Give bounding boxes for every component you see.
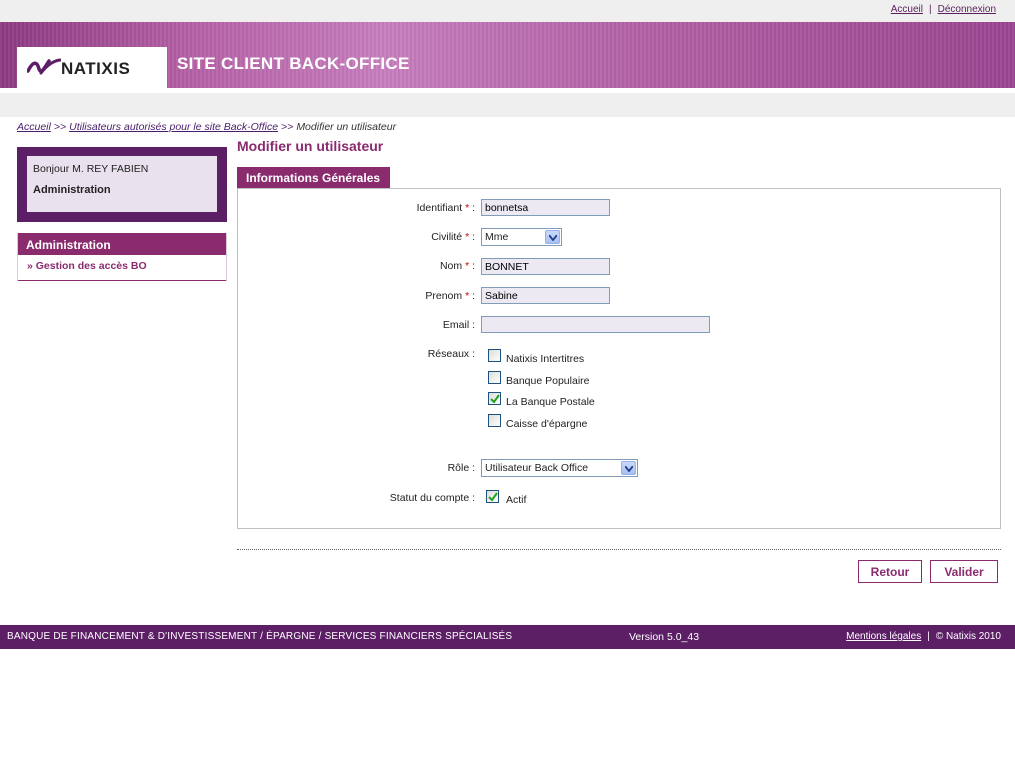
user-role: Administration	[33, 184, 111, 196]
menu-item-access-management[interactable]: » Gestion des accès BO	[18, 255, 226, 277]
reseaux-label: Réseaux :	[427, 348, 475, 360]
breadcrumb-separator: >>	[281, 121, 294, 133]
logo-text: NATIXIS	[61, 59, 131, 78]
role-value: Utilisateur Back Office	[485, 462, 589, 474]
welcome-panel: Bonjour M. REY FABIEN Administration	[17, 147, 227, 222]
statut-label: Statut du compte :	[389, 492, 475, 504]
submit-button[interactable]: Valider	[930, 560, 998, 583]
checkbox-label: La Banque Postale	[506, 396, 595, 408]
header-banner: NATIXIS SITE CLIENT BACK-OFFICE	[0, 22, 1015, 88]
nom-input[interactable]	[481, 258, 610, 275]
back-button[interactable]: Retour	[858, 560, 922, 583]
breadcrumb-current: Modifier un utilisateur	[296, 121, 397, 133]
checkbox-label: Banque Populaire	[506, 375, 590, 387]
email-label: Email :	[442, 319, 475, 331]
checkbox-caisse-epargne[interactable]	[488, 414, 501, 427]
checkbox-banque-populaire[interactable]	[488, 371, 501, 384]
checkbox-label: Natixis Intertitres	[506, 353, 585, 365]
footer-version: Version 5.0_43	[629, 631, 700, 643]
role-label: Rôle :	[447, 462, 475, 474]
footer-tagline: BANQUE DE FINANCEMENT & D'INVESTISSEMENT…	[7, 631, 513, 642]
checkbox-actif[interactable]	[486, 490, 499, 503]
prenom-label: Prenom * :	[425, 290, 475, 302]
checkbox-natixis-intertitres[interactable]	[488, 349, 501, 362]
checkmark-icon	[490, 394, 500, 404]
identifiant-input[interactable]	[481, 199, 610, 216]
form-divider	[237, 549, 1001, 550]
prenom-input[interactable]	[481, 287, 610, 304]
welcome-greeting: Bonjour M. REY FABIEN	[33, 163, 149, 175]
chevron-down-icon[interactable]	[545, 230, 560, 244]
civilite-select[interactable]: Mme	[481, 228, 562, 246]
legal-notice-link[interactable]: Mentions légales	[846, 631, 921, 642]
checkmark-icon	[488, 492, 498, 502]
checkbox-la-banque-postale[interactable]	[488, 392, 501, 405]
home-link[interactable]: Accueil	[891, 4, 923, 15]
breadcrumb-users[interactable]: Utilisateurs autorisés pour le site Back…	[69, 121, 278, 133]
page-title: Modifier un utilisateur	[237, 138, 384, 154]
civilite-value: Mme	[485, 231, 509, 243]
top-separator: |	[929, 4, 932, 15]
civilite-label: Civilité * :	[431, 231, 475, 243]
admin-menu-title: Administration	[18, 233, 226, 255]
footer: BANQUE DE FINANCEMENT & D'INVESTISSEMENT…	[0, 625, 1015, 649]
breadcrumb-separator: >>	[53, 121, 67, 133]
welcome-inner: Bonjour M. REY FABIEN Administration	[27, 156, 217, 212]
site-title: SITE CLIENT BACK-OFFICE	[177, 54, 410, 73]
sub-navigation-bar	[0, 93, 1015, 117]
nom-label: Nom * :	[439, 260, 475, 272]
top-links: Accueil | Déconnexion	[891, 4, 996, 15]
email-input[interactable]	[481, 316, 710, 333]
identifiant-label: Identifiant * :	[416, 202, 475, 214]
checkbox-label: Caisse d'épargne	[506, 418, 588, 430]
actif-label: Actif	[506, 494, 527, 506]
role-select[interactable]: Utilisateur Back Office	[481, 459, 638, 477]
chevron-down-icon[interactable]	[621, 461, 636, 475]
footer-separator: |	[927, 631, 930, 642]
breadcrumb-home[interactable]: Accueil	[17, 121, 51, 133]
footer-copyright: © Natixis 2010	[935, 631, 1001, 642]
breadcrumb: Accueil >> Utilisateurs autorisés pour le …	[17, 121, 396, 133]
logout-link[interactable]: Déconnexion	[938, 4, 996, 15]
top-utility-bar: Accueil | Déconnexion	[0, 0, 1015, 22]
menu-divider	[18, 280, 226, 281]
tab-general-information[interactable]: Informations Générales	[237, 167, 391, 188]
admin-menu: Administration » Gestion des accès BO	[17, 233, 227, 281]
user-form-panel: Identifiant * : Civilité * : Mme Nom * :…	[237, 188, 1001, 529]
footer-links: Mentions légales | © Natixis 2010	[846, 631, 1001, 642]
natixis-logo[interactable]: NATIXIS	[17, 47, 167, 88]
natixis-logo-icon	[27, 58, 61, 75]
